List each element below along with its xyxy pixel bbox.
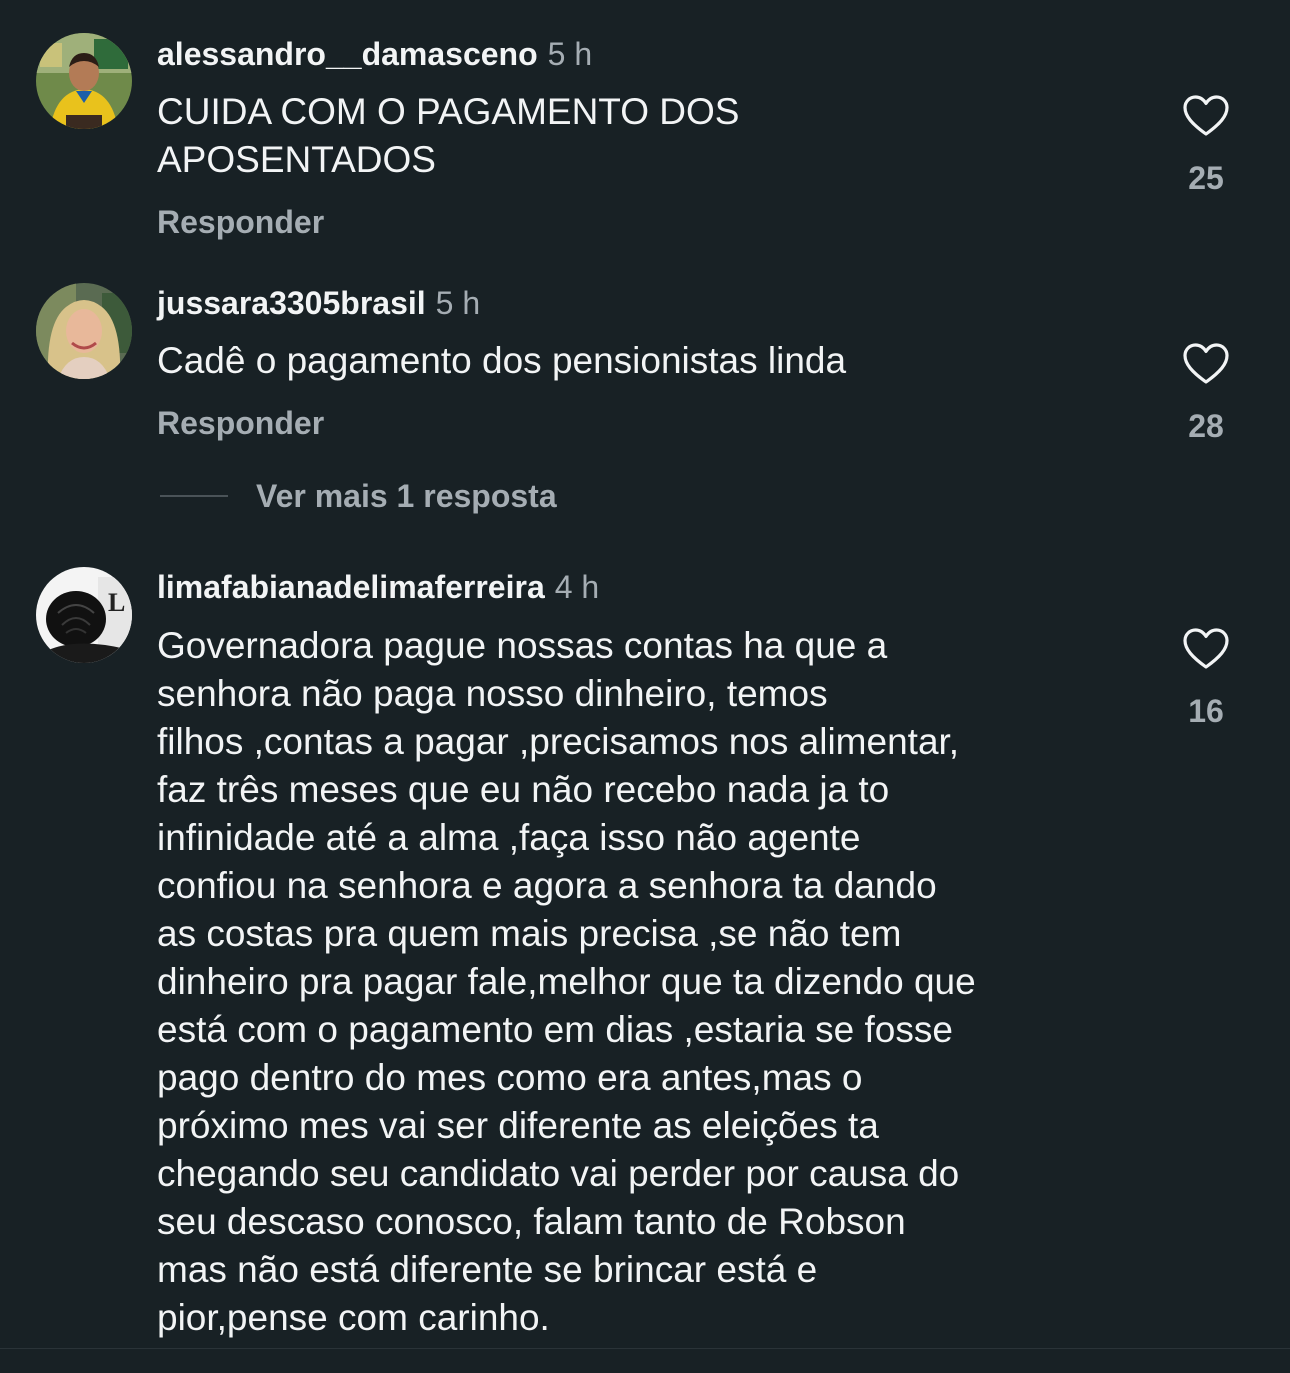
like-count: 25	[1188, 160, 1224, 196]
heart-icon[interactable]	[1182, 94, 1230, 138]
reply-button[interactable]: Responder	[157, 403, 324, 443]
svg-text:L: L	[108, 588, 125, 617]
heart-icon[interactable]	[1182, 342, 1230, 386]
comment-meta: limafabianadelimaferreira 4 h	[157, 567, 599, 607]
thread-line-divider	[160, 495, 228, 497]
user-photo-icon	[36, 33, 132, 129]
like-control: 28	[1160, 342, 1252, 446]
comment-time: 4 h	[554, 569, 600, 605]
comment-text: Cadê o pagamento dos pensionistas linda	[157, 340, 847, 381]
user-photo-icon	[36, 283, 132, 379]
like-count: 16	[1188, 693, 1224, 729]
like-count: 28	[1188, 408, 1224, 444]
heart-icon[interactable]	[1182, 627, 1230, 671]
bottom-divider	[0, 1348, 1290, 1349]
avatar[interactable]	[36, 283, 132, 379]
avatar[interactable]	[36, 33, 132, 129]
comment-username[interactable]: jussara3305brasil	[157, 285, 426, 321]
avatar[interactable]: L	[36, 567, 132, 663]
like-control: 25	[1160, 94, 1252, 198]
comment-username[interactable]: alessandro__damasceno	[157, 36, 538, 72]
comment-text: Governadora pague nossas contas ha que a…	[157, 625, 976, 1338]
comment-meta: jussara3305brasil 5 h	[157, 283, 480, 323]
comment-time: 5 h	[435, 285, 481, 321]
comment-meta: alessandro__damasceno 5 h	[157, 34, 592, 74]
view-more-replies-label[interactable]: Ver mais 1 resposta	[256, 474, 557, 518]
user-photo-icon: L	[36, 567, 132, 663]
comment-time: 5 h	[547, 36, 593, 72]
comment-username[interactable]: limafabianadelimaferreira	[157, 569, 545, 605]
like-control: 16	[1160, 627, 1252, 731]
comment-text: CUIDA COM O PAGAMENTO DOS APOSENTADOS	[157, 91, 740, 180]
reply-button[interactable]: Responder	[157, 202, 324, 242]
